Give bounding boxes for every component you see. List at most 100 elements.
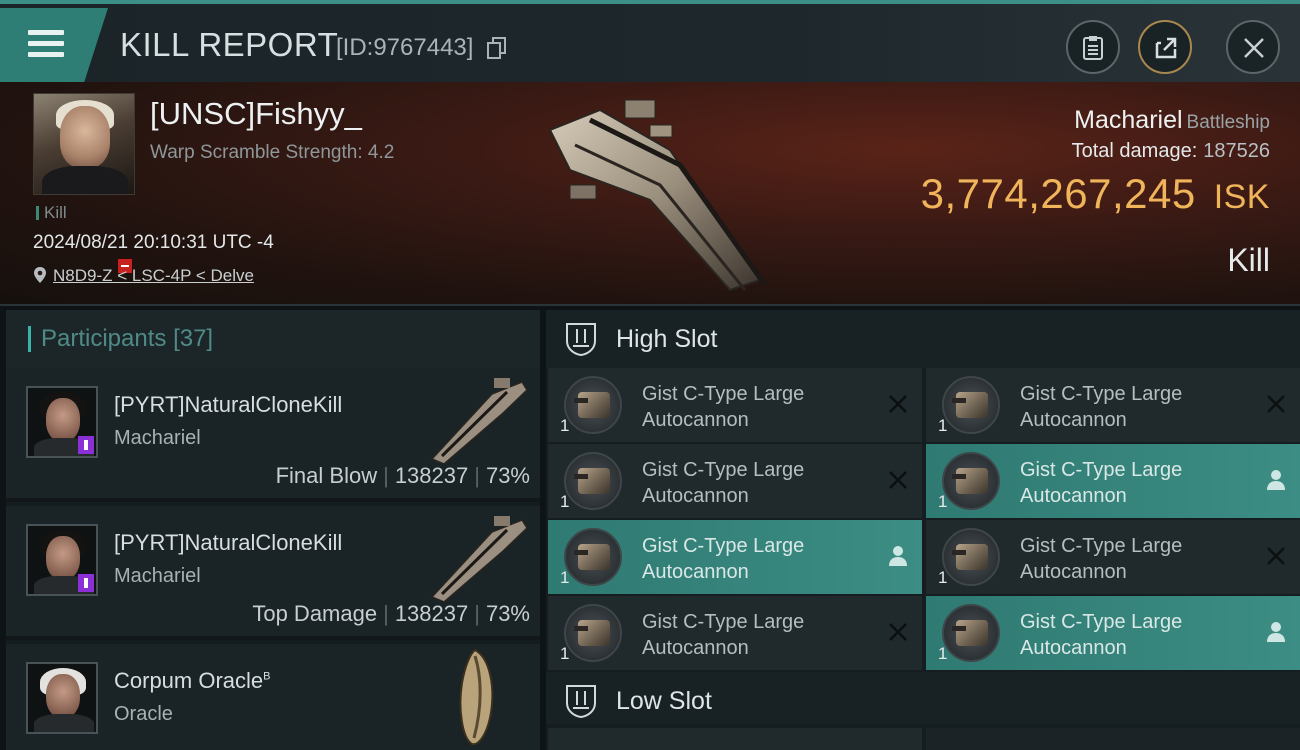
module-quantity: 1 [560,416,570,435]
autocannon-icon [942,528,1000,586]
low-slot-module-partial[interactable] [548,728,922,750]
module-quantity: 1 [560,492,570,511]
page-title: KILL REPORT [120,26,339,63]
avatar [26,386,98,458]
dropped-person-icon [1267,622,1285,642]
low-slot-icon [566,685,596,719]
participants-header[interactable]: Participants [37] [6,310,540,368]
participant-ship: Oracle [114,703,173,725]
participant-percent: 73% [485,601,530,626]
kill-outcome: Kill [1227,242,1270,278]
fitting-module[interactable]: 1 Gist C-Type Large Autocannon [926,520,1300,594]
participant-stats: Final Blow | 138237 | 73% [275,463,530,488]
total-damage-value: 187526 [1203,140,1270,162]
destroyed-x-icon [1267,547,1285,565]
module-name-line1: Gist C-Type Large [642,459,805,481]
share-button[interactable] [1138,20,1192,74]
report-id: [ID:9767443] [336,34,474,61]
isk-unit: ISK [1213,178,1270,216]
fitting-module[interactable]: 1 Gist C-Type Large Autocannon [548,520,922,594]
module-name-line2: Autocannon [642,409,749,431]
participant-name: [PYRT]NaturalCloneKill [114,530,343,555]
low-slot-header: Low Slot [546,672,1300,724]
kill-tag-label: Kill [44,203,67,222]
module-name: Gist C-Type Large Autocannon [642,457,862,509]
victim-ship-name: Machariel [1074,106,1183,134]
participant-damage: 138237 [394,601,469,626]
participant-card[interactable]: [PYRT]NaturalCloneKill Machariel Top Dam… [6,506,540,640]
high-slot-label: High Slot [616,325,718,353]
participants-count: [37] [173,325,214,352]
module-name-line2: Autocannon [642,561,749,583]
module-name-line1: Gist C-Type Large [642,535,805,557]
low-slot-module-partial[interactable] [926,728,1300,750]
fitting-module[interactable]: 1 Gist C-Type Large Autocannon [926,596,1300,670]
module-name-line2: Autocannon [642,637,749,659]
clipboard-button[interactable] [1066,20,1120,74]
module-quantity: 1 [938,492,948,511]
module-name: Gist C-Type Large Autocannon [1020,533,1240,585]
module-name: Gist C-Type Large Autocannon [1020,609,1240,661]
total-damage-label: Total damage: [1071,140,1198,162]
close-icon [1244,38,1264,58]
copy-icon[interactable] [487,37,507,59]
participant-name-superscript: B [263,670,271,683]
total-damage: Total damage: 187526 [1072,140,1270,163]
module-name-line1: Gist C-Type Large [642,383,805,405]
warp-scramble-strength: Warp Scramble Strength: 4.2 [150,142,395,163]
autocannon-icon [564,528,622,586]
fitting-panel: High Slot 1 Gist C-Type Large Autocannon 1 G… [546,310,1300,750]
participant-percent: 73% [485,463,530,488]
participant-ship-image [430,378,528,464]
victim-ship[interactable]: Machariel Battleship [1074,106,1270,135]
autocannon-icon [942,452,1000,510]
module-name-line2: Autocannon [1020,485,1127,507]
participant-ship: Machariel [114,427,201,449]
location-pin-icon [34,267,46,283]
participant-ship-image [459,648,494,746]
module-name: Gist C-Type Large Autocannon [642,381,862,433]
participant-damage: 138237 [394,463,469,488]
participant-name: [PYRT]NaturalCloneKill [114,392,343,417]
menu-button[interactable] [0,8,108,82]
module-quantity: 1 [560,644,570,663]
module-name-line2: Autocannon [1020,409,1127,431]
close-button[interactable] [1226,20,1280,74]
kill-timestamp: 2024/08/21 20:10:31 UTC -4 [33,232,274,253]
location-link[interactable]: N8D9-Z < LSC-4P < Delve [53,266,254,285]
high-slot-icon [566,323,596,357]
destroyed-x-icon [1267,395,1285,413]
fitting-module[interactable]: 1 Gist C-Type Large Autocannon [548,368,922,442]
avatar [26,524,98,596]
participant-name: Corpum OracleB [114,668,271,694]
destroyed-x-icon [889,395,907,413]
module-name: Gist C-Type Large Autocannon [642,609,862,661]
participant-role: Top Damage [252,601,378,626]
victim-name[interactable]: [UNSC]Fishyy_ [150,96,362,132]
module-name-line2: Autocannon [1020,637,1127,659]
fitting-module[interactable]: 1 Gist C-Type Large Autocannon [548,444,922,518]
isk-value: 3,774,267,245 ISK [921,170,1270,218]
dropped-person-icon [889,546,907,566]
module-quantity: 1 [938,568,948,587]
hamburger-icon [28,30,64,58]
victim-portrait[interactable] [33,93,135,195]
module-name-line1: Gist C-Type Large [1020,611,1183,633]
module-quantity: 1 [560,568,570,587]
participant-card[interactable]: Corpum OracleB Oracle [6,644,540,750]
avatar [26,662,98,734]
dropped-person-icon [1267,470,1285,490]
fitting-module[interactable]: 1 Gist C-Type Large Autocannon [926,368,1300,442]
destroyed-x-icon [889,623,907,641]
autocannon-icon [942,376,1000,434]
module-name-line1: Gist C-Type Large [1020,459,1183,481]
autocannon-icon [942,604,1000,662]
alliance-badge-icon [78,436,94,454]
module-name-line2: Autocannon [1020,561,1127,583]
isk-amount: 3,774,267,245 [920,170,1196,217]
participant-card[interactable]: [PYRT]NaturalCloneKill Machariel Final B… [6,368,540,502]
fitting-module[interactable]: 1 Gist C-Type Large Autocannon [548,596,922,670]
low-slot-label: Low Slot [616,687,712,715]
fitting-module[interactable]: 1 Gist C-Type Large Autocannon [926,444,1300,518]
victim-ship-image [548,99,768,292]
